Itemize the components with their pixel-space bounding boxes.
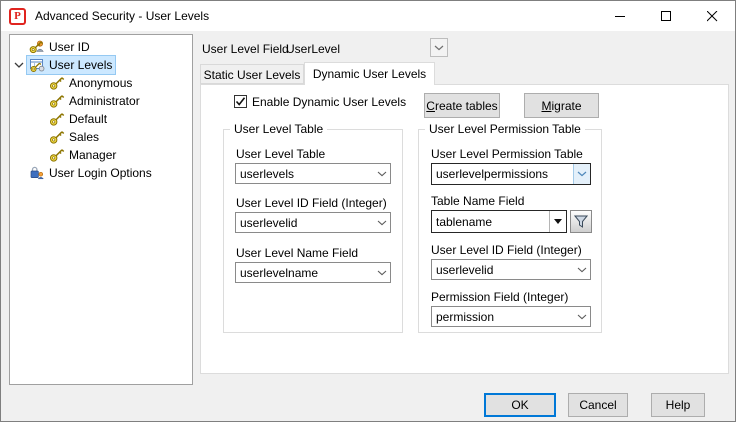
window-title: Advanced Security - User Levels xyxy=(35,9,209,23)
user-level-name-field-combo[interactable]: userlevelname xyxy=(235,262,391,283)
ok-button[interactable]: OK xyxy=(484,393,556,417)
filter-button[interactable] xyxy=(570,210,592,233)
chevron-down-icon xyxy=(373,213,390,232)
help-button[interactable]: Help xyxy=(651,393,705,417)
cancel-button[interactable]: Cancel xyxy=(568,393,628,417)
tab-static-user-levels[interactable]: Static User Levels xyxy=(200,64,304,84)
permission-user-level-id-combo[interactable]: userlevelid xyxy=(431,259,591,280)
tree-item-user-levels[interactable]: User Levels xyxy=(27,56,115,74)
key-icon xyxy=(49,129,65,145)
enable-dynamic-checkbox-label[interactable]: Enable Dynamic User Levels xyxy=(252,95,406,109)
tree-item-label: Sales xyxy=(69,130,99,144)
chevron-down-icon xyxy=(573,307,590,326)
user-level-permission-table-combo[interactable]: userlevelpermissions xyxy=(431,163,591,185)
tree-item-label: Anonymous xyxy=(69,76,132,90)
field-label: User Level ID Field (Integer) xyxy=(431,243,582,257)
table-name-field-combo[interactable]: tablename xyxy=(431,210,567,233)
field-label: User Level Table xyxy=(236,147,325,161)
close-icon xyxy=(707,11,718,22)
maximize-icon xyxy=(661,11,672,22)
title-bar[interactable]: P Advanced Security - User Levels xyxy=(1,1,735,31)
field-label: User Level ID Field (Integer) xyxy=(236,196,387,210)
checkmark-icon xyxy=(235,96,246,107)
tree-item-anonymous[interactable]: Anonymous xyxy=(47,74,135,92)
security-tree: User ID User Levels xyxy=(9,34,193,385)
user-levels-icon xyxy=(29,57,45,73)
tree-item-label: User Levels xyxy=(49,58,112,72)
user-level-permission-table-group: User Level Permission Table User Level P… xyxy=(418,129,602,333)
permission-field-combo[interactable]: permission xyxy=(431,306,591,327)
chevron-down-icon xyxy=(373,164,390,183)
key-icon xyxy=(49,111,65,127)
field-label: Table Name Field xyxy=(431,194,524,208)
tree-item-user-login-options[interactable]: User Login Options xyxy=(27,164,155,182)
minimize-button[interactable] xyxy=(597,1,643,31)
group-title: User Level Permission Table xyxy=(425,122,585,136)
create-tables-button[interactable]: Create tables xyxy=(424,93,500,118)
field-label: User Level Permission Table xyxy=(431,147,583,161)
dynamic-user-levels-page: Enable Dynamic User Levels Create tables… xyxy=(200,84,729,374)
tree-item-label: User ID xyxy=(49,40,90,54)
user-level-field-value[interactable]: UserLevel xyxy=(286,42,340,56)
window-controls xyxy=(597,1,735,31)
key-icon xyxy=(49,93,65,109)
lock-user-icon xyxy=(29,165,45,181)
tree-item-default[interactable]: Default xyxy=(47,110,110,128)
chevron-down-icon xyxy=(434,45,444,51)
maximize-button[interactable] xyxy=(643,1,689,31)
tree-item-user-id[interactable]: User ID xyxy=(27,38,93,56)
chevron-down-icon xyxy=(573,260,590,279)
tree-item-label: Manager xyxy=(69,148,116,162)
field-label: Permission Field (Integer) xyxy=(431,290,568,304)
filter-funnel-icon xyxy=(574,215,588,228)
user-level-field-dropdown-button[interactable] xyxy=(430,38,448,57)
user-level-id-field-combo[interactable]: userlevelid xyxy=(235,212,391,233)
tree-item-manager[interactable]: Manager xyxy=(47,146,119,164)
group-title: User Level Table xyxy=(230,122,327,136)
tree-item-sales[interactable]: Sales xyxy=(47,128,102,146)
user-level-table-combo[interactable]: userlevels xyxy=(235,163,391,184)
field-label: User Level Name Field xyxy=(236,246,358,260)
tab-dynamic-user-levels[interactable]: Dynamic User Levels xyxy=(304,62,435,85)
tree-item-administrator[interactable]: Administrator xyxy=(47,92,143,110)
tree-item-label: Administrator xyxy=(69,94,140,108)
chevron-down-icon[interactable] xyxy=(13,59,25,71)
key-icon xyxy=(49,147,65,163)
chevron-down-icon xyxy=(373,263,390,282)
user-level-field-label: User Level Field xyxy=(202,42,289,56)
enable-dynamic-checkbox[interactable] xyxy=(234,95,247,108)
close-button[interactable] xyxy=(689,1,735,31)
dropdown-arrow-icon[interactable] xyxy=(549,211,566,232)
tree-item-label: User Login Options xyxy=(49,166,152,180)
minimize-icon xyxy=(615,11,626,22)
tree-item-label: Default xyxy=(69,112,107,126)
migrate-button[interactable]: Migrate xyxy=(524,93,599,118)
chevron-down-icon xyxy=(573,164,590,184)
user-id-icon xyxy=(29,39,45,55)
key-icon xyxy=(49,75,65,91)
app-icon: P xyxy=(9,8,26,25)
user-level-table-group: User Level Table User Level Table userle… xyxy=(223,129,403,333)
dialog-window: P Advanced Security - User Levels xyxy=(0,0,736,422)
